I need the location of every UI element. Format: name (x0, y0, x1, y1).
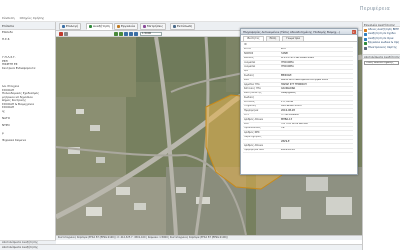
close-icon[interactable]: × (351, 30, 356, 34)
layers-panel: Επίπεδα Επίπεδο Π.Σ.Σ. Υ.Π.Λ.Σ.Γ. ΡΣΘ ΠΙΚΡΙΤ… (0, 22, 56, 244)
tool-link-label: Ανάζητηση σε Σχέδιο (368, 32, 396, 36)
zoom-in-icon[interactable] (114, 32, 118, 36)
help-link[interactable]: Οδηγίες Χρήσης (20, 16, 45, 20)
select-icon (61, 25, 65, 29)
tool-link-label: Ηλεκτρονικός Χάρτης (368, 45, 397, 49)
feature-info-window: Πληροφορίες Αντικειμένου (Τύπος Αδειοδοτ… (240, 28, 358, 175)
tools-panel: Εργαλεία Αναζήτησης Άδειες Αναζήτηση ΒΙΠ… (362, 22, 400, 250)
tab-search[interactable]: Αναζήτηση (86, 23, 113, 30)
results-type-select[interactable]: Τύπος Αδειοδοτημένης (364, 60, 399, 66)
tools-icon (116, 25, 120, 29)
layers-panel-title: Επίπεδα (0, 22, 55, 30)
tools-link-list: Άδειες Αναζήτηση ΒΙΠΕ Ανάζητηση σε Σχέδιο… (363, 27, 400, 51)
top-header: Σύνδεση Οδηγίες Χρήσης Περιφέρεια (0, 0, 400, 22)
previous-extent-icon[interactable] (129, 32, 133, 36)
attributes-table: ID ΦΥΛΟ ΦΥΛ ΝΟΜΟΣ ΞΑΝΘ κωδικός Μ.Ε.Ε.Ε.ΣΤΕ.ΝΕ.… (243, 43, 353, 154)
pan-icon[interactable] (64, 32, 68, 36)
info-window-tabs: Ιδιότητες Θέση Γεωμετρία (241, 36, 357, 42)
search-icon (88, 25, 92, 29)
login-link[interactable]: Σύνδεση (2, 16, 15, 20)
layer-list: Επίπεδο Π.Σ.Σ. Υ.Π.Λ.Σ.Γ. ΡΣΘ ΠΙΚΡΙΤΗ ΕΣ Κεντ… (0, 30, 55, 142)
tab-tools[interactable]: Εργαλεία (114, 23, 138, 30)
tab-attributes[interactable]: Ιδιότητες (243, 36, 264, 41)
next-extent-icon[interactable] (134, 32, 138, 36)
status-bar: Συντεταγμένες Κέρσορα (ΕΓΣΑ 87 (EPSG:210… (56, 235, 362, 240)
attribute-row: Ημερομηνία ΦΕΚ 2016-10-03 (243, 148, 353, 154)
tool-link-label: Ανάζητηση σε Ορια (368, 36, 394, 40)
info-window-title: Πληροφορίες Αντικειμένου (Τύπος Αδειοδοτ… (241, 29, 357, 35)
attribute-value: 2016-10-03 (281, 148, 353, 154)
measure-icon (142, 25, 146, 29)
tab-select[interactable]: Επιλογή (59, 23, 82, 30)
brand-title: Περιφέρεια (359, 6, 390, 12)
tab-label: Μετρήσεις (147, 24, 164, 28)
print-icon (172, 25, 176, 29)
tab-label: Εκτύπωση (177, 24, 193, 28)
results-title: Αποτελέσματα Αναζήτησης (363, 53, 400, 59)
tool-link-label: Άδειες Αναζήτηση ΒΙΠΕ (368, 28, 399, 31)
layer-item[interactable]: Ψηφιακά Κείμενα (2, 139, 55, 143)
attribute-key: Ημερομηνία ΦΕΚ (243, 148, 281, 154)
search-results-bar[interactable]: Αποτελέσματα Αναζήτησης (0, 244, 362, 250)
tab-measure[interactable]: Μετρήσεις (140, 23, 167, 30)
tab-label: Επιλογή (66, 24, 79, 28)
zoom-out-icon[interactable] (119, 32, 123, 36)
tab-location[interactable]: Θέση (265, 36, 281, 41)
full-extent-icon[interactable] (124, 32, 128, 36)
user-links: Σύνδεση Οδηγίες Χρήσης (2, 16, 44, 20)
stop-icon[interactable] (59, 32, 63, 36)
tool-link-label: Εργαλεία κώδικα & Χρήσεων (368, 41, 399, 45)
tab-label: Εργαλεία (121, 24, 135, 28)
tab-label: Αναζήτηση (93, 24, 110, 28)
tab-print[interactable]: Εκτύπωση (170, 23, 196, 30)
tool-link-icon (364, 46, 367, 50)
scale-select[interactable]: 1:5000 (140, 31, 162, 37)
tool-link[interactable]: Ηλεκτρονικός Χάρτης (364, 46, 399, 50)
tab-geometry[interactable]: Γεωμετρία (282, 36, 305, 41)
